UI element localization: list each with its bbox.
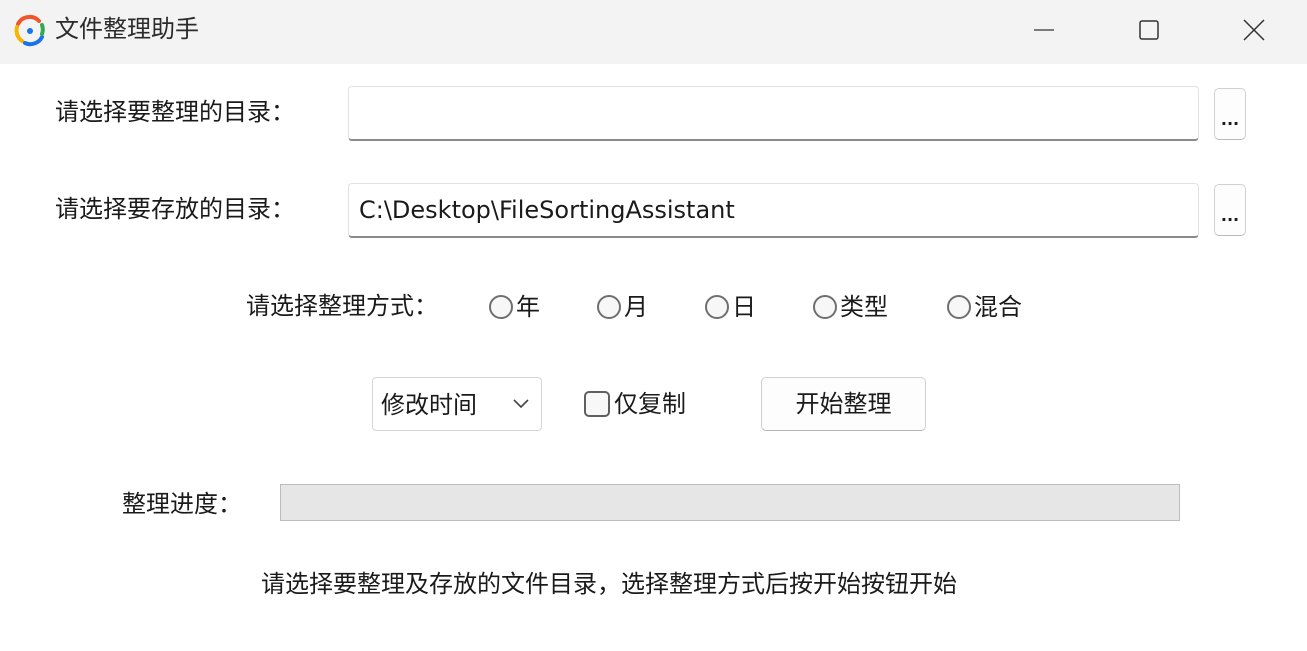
sort-mode-label: 请选择整理方式：	[246, 292, 438, 320]
source-dir-input[interactable]	[348, 86, 1199, 141]
copy-only-label: 仅复制	[614, 390, 686, 418]
radio-circle[interactable]	[597, 295, 621, 319]
time-basis-dropdown[interactable]: 修改时间	[372, 377, 542, 431]
radio-type[interactable]: 类型	[813, 290, 888, 324]
close-button[interactable]	[1202, 0, 1306, 60]
radio-label: 混合	[974, 293, 1022, 321]
target-dir-label: 请选择要存放的目录：	[55, 195, 295, 223]
minimize-icon	[1034, 29, 1054, 31]
target-browse-button[interactable]: ...	[1214, 184, 1246, 236]
radio-year[interactable]: 年	[489, 290, 540, 324]
copy-only-checkbox[interactable]: 仅复制	[584, 388, 686, 420]
progress-label: 整理进度：	[122, 490, 242, 518]
close-icon	[1243, 19, 1265, 41]
start-button[interactable]: 开始整理	[761, 377, 926, 431]
minimize-button[interactable]	[992, 0, 1096, 60]
radio-day[interactable]: 日	[705, 290, 756, 324]
radio-circle[interactable]	[705, 295, 729, 319]
radio-month[interactable]: 月	[597, 290, 648, 324]
chevron-down-icon	[513, 399, 529, 409]
title-bar: 文件整理助手	[0, 0, 1307, 64]
maximize-button[interactable]	[1097, 0, 1201, 60]
checkbox-box[interactable]	[584, 391, 610, 417]
radio-label: 日	[732, 293, 756, 321]
radio-circle[interactable]	[947, 295, 971, 319]
source-dir-label: 请选择要整理的目录：	[55, 98, 295, 126]
progress-bar	[280, 484, 1180, 521]
maximize-icon	[1139, 20, 1159, 40]
window-title: 文件整理助手	[55, 15, 199, 43]
radio-label: 类型	[840, 293, 888, 321]
app-refresh-icon	[14, 14, 45, 47]
radio-label: 年	[516, 293, 540, 321]
radio-circle[interactable]	[489, 295, 513, 319]
source-browse-button[interactable]: ...	[1214, 88, 1246, 140]
dropdown-value: 修改时间	[381, 391, 477, 419]
target-dir-input[interactable]: C:\Desktop\FileSortingAssistant	[348, 183, 1199, 238]
radio-circle[interactable]	[813, 295, 837, 319]
radio-label: 月	[624, 293, 648, 321]
radio-mixed[interactable]: 混合	[947, 290, 1022, 324]
status-message: 请选择要整理及存放的文件目录，选择整理方式后按开始按钮开始	[261, 570, 957, 598]
